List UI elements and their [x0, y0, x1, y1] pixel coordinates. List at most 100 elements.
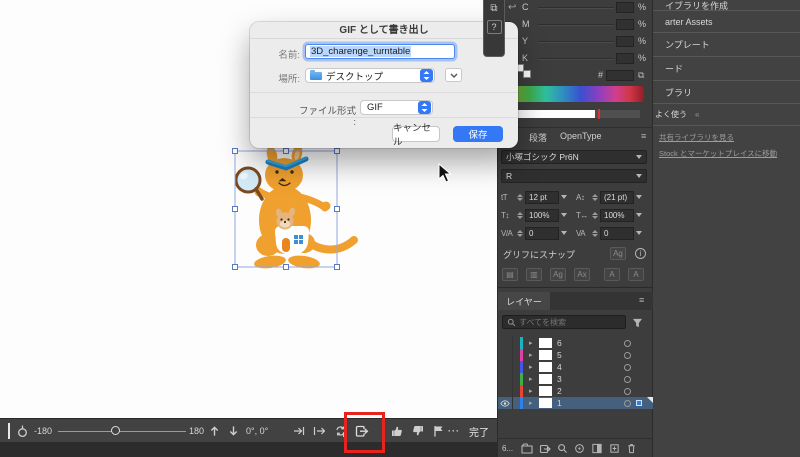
channel-slider[interactable] [538, 41, 614, 43]
layer-thumbnail[interactable] [539, 362, 552, 372]
target-circle-icon[interactable] [624, 363, 631, 371]
filename-input[interactable]: 3D_charenge_turntable [305, 44, 455, 59]
layer-row[interactable]: ▸ 5 [498, 349, 653, 361]
leading-control[interactable]: A↕ (21 pt) [576, 190, 642, 204]
location-dropdown[interactable]: デスクトップ [305, 68, 435, 83]
expand-chevron-icon[interactable]: ▸ [529, 399, 533, 407]
channel-slider[interactable] [538, 7, 614, 9]
snap-option-icon[interactable]: ▥ [526, 268, 542, 281]
layer-thumbnail[interactable] [539, 374, 552, 384]
collapse-icon[interactable]: « [695, 110, 699, 119]
target-circle-icon[interactable] [624, 339, 631, 347]
horizontal-scale-control[interactable]: T↔ 100% [576, 208, 642, 222]
expand-chevron-icon[interactable]: ▸ [529, 375, 533, 383]
info-icon[interactable]: i [635, 248, 646, 259]
collect-for-export-icon[interactable] [521, 443, 533, 454]
menu-item[interactable]: ンプレート [653, 33, 800, 57]
visibility-toggle[interactable] [498, 349, 513, 361]
channel-value-field[interactable] [616, 2, 634, 13]
target-circle-icon[interactable] [624, 399, 631, 407]
window-icon[interactable]: ⧉ [490, 3, 497, 14]
layer-name[interactable]: 3 [557, 374, 562, 384]
stock-marketplace-link[interactable]: Stock とマーケットプレイスに移動 [659, 148, 794, 159]
channel-value-field[interactable] [616, 53, 634, 64]
arrow-down-icon[interactable] [228, 419, 239, 443]
view-shared-libraries-link[interactable]: 共有ライブラリを見る [659, 132, 794, 143]
snap-option-icon[interactable]: Ag [550, 268, 566, 281]
chevron-down-icon[interactable] [636, 213, 642, 217]
color-spectrum-bar[interactable] [504, 86, 644, 102]
goto-start-icon[interactable] [313, 419, 325, 443]
kangaroo-artwork[interactable] [218, 142, 368, 282]
layer-row[interactable]: ▸ 6 [498, 337, 653, 349]
layer-thumbnail[interactable] [539, 338, 552, 348]
filter-icon[interactable] [632, 318, 643, 328]
more-options-icon[interactable]: ··· [448, 419, 460, 443]
tracking-control[interactable]: VA 0 [576, 226, 642, 240]
kerning-control[interactable]: V/A 0 [501, 226, 567, 240]
chevron-down-icon[interactable] [636, 231, 642, 235]
menu-item[interactable]: arter Assets [653, 11, 800, 33]
panel-menu-icon[interactable]: ≡ [639, 295, 644, 305]
search-input[interactable] [519, 317, 619, 327]
tab-opentype[interactable]: OpenType [560, 131, 602, 141]
font-size-value[interactable]: 12 pt [525, 190, 559, 204]
hex-value-field[interactable] [606, 70, 634, 81]
expand-chevron-icon[interactable]: ▸ [529, 363, 533, 371]
layer-name[interactable]: 1 [557, 398, 562, 408]
format-stepper-icon[interactable] [418, 101, 431, 114]
location-stepper-icon[interactable] [420, 69, 433, 82]
cancel-button[interactable]: キャンセル [392, 123, 440, 148]
visibility-toggle[interactable] [498, 361, 513, 373]
clipping-mask-icon[interactable] [591, 443, 603, 454]
delete-layer-icon[interactable] [626, 443, 637, 454]
help-button[interactable]: ? [486, 20, 502, 34]
thumbs-down-icon[interactable] [412, 419, 424, 443]
panel-menu-icon[interactable]: ≡ [641, 131, 646, 141]
font-style-dropdown[interactable]: R [501, 169, 647, 183]
layer-name[interactable]: 4 [557, 362, 562, 372]
menu-item[interactable]: よく使う « [653, 104, 800, 126]
layer-name[interactable]: 2 [557, 386, 562, 396]
horizontal-scale-value[interactable]: 100% [600, 208, 634, 222]
channel-slider[interactable] [538, 24, 614, 26]
expand-chevron-icon[interactable]: ▸ [529, 387, 533, 395]
font-size-control[interactable]: tT 12 pt [501, 190, 567, 204]
tracking-value[interactable]: 0 [600, 226, 634, 240]
format-dropdown[interactable]: GIF [360, 100, 433, 115]
kerning-value[interactable]: 0 [525, 226, 559, 240]
expand-chevron-icon[interactable]: ▸ [529, 351, 533, 359]
tab-paragraph[interactable]: 段落 [529, 131, 547, 144]
snap-option-icon[interactable]: A [604, 268, 620, 281]
channel-value-field[interactable] [616, 19, 634, 30]
channel-value-field[interactable] [616, 36, 634, 47]
visibility-toggle[interactable] [498, 373, 513, 385]
leading-value[interactable]: (21 pt) [600, 190, 634, 204]
layer-row[interactable]: ▸ 3 [498, 373, 653, 385]
menu-item[interactable]: ード [653, 57, 800, 81]
layer-name[interactable]: 5 [557, 350, 562, 360]
copy-hex-icon[interactable]: ⧉ [638, 70, 644, 81]
rotation-slider-track[interactable] [58, 431, 186, 432]
flag-icon[interactable] [433, 419, 444, 443]
font-family-dropdown[interactable]: 小塚ゴシック Pr6N [501, 150, 647, 164]
snap-option-icon[interactable]: Ax [574, 268, 590, 281]
expand-chevron-icon[interactable]: ▸ [529, 339, 533, 347]
layer-thumbnail[interactable] [539, 350, 552, 360]
undo-icon[interactable]: ↩ [508, 2, 516, 13]
visibility-toggle[interactable] [498, 385, 513, 397]
snap-option-icon[interactable]: A [628, 268, 644, 281]
export-selection-icon[interactable] [539, 443, 551, 454]
chevron-down-icon[interactable] [636, 195, 642, 199]
visibility-toggle[interactable] [498, 397, 513, 409]
new-layer-icon[interactable] [609, 443, 620, 454]
target-circle-icon[interactable] [624, 351, 631, 359]
stroke-swatch[interactable] [523, 70, 531, 78]
target-circle-icon[interactable] [624, 387, 631, 395]
layer-thumbnail[interactable] [539, 386, 552, 396]
done-button[interactable]: 完了 [469, 419, 489, 443]
locate-object-icon[interactable] [557, 443, 568, 454]
layer-row[interactable]: ▸ 4 [498, 361, 653, 373]
target-icon[interactable] [574, 443, 585, 454]
menu-item[interactable]: ブラリ [653, 81, 800, 104]
